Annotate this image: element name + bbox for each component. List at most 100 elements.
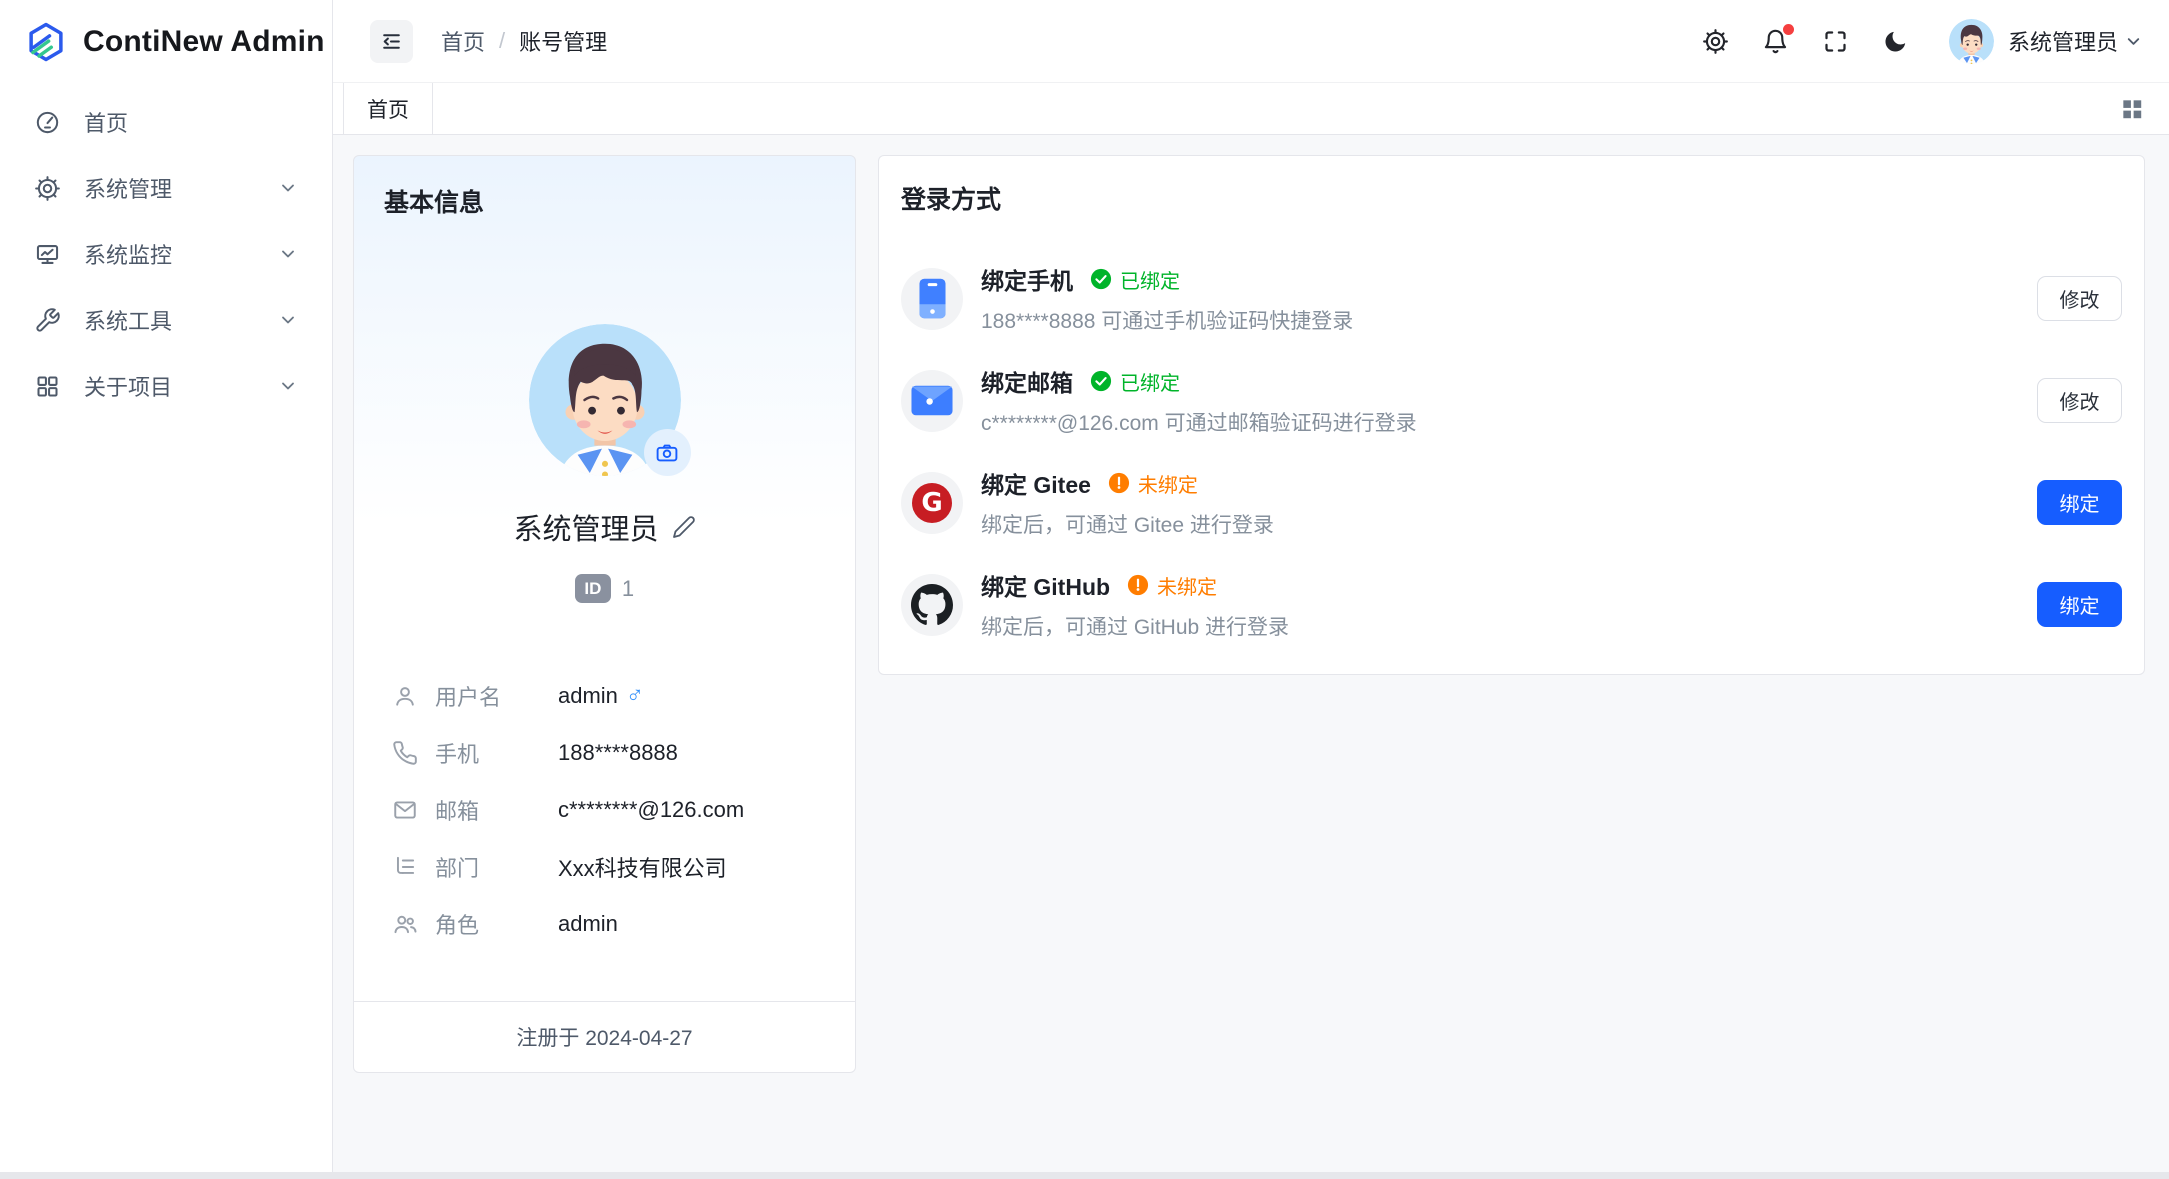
login-methods-list: 绑定手机 已绑定 188****8888 可通过手机验证码快捷登录 修改	[901, 258, 2122, 645]
status-badge: 已绑定	[1090, 367, 1180, 396]
sidebar-item-label: 系统管理	[84, 172, 172, 204]
chevron-down-icon	[278, 178, 298, 198]
content-area: 基本信息 系统管理员	[333, 135, 2169, 1172]
basic-info-title: 基本信息	[354, 156, 855, 219]
chevron-down-icon[interactable]	[2124, 32, 2143, 51]
field-phone: 手机 188****8888	[392, 724, 817, 781]
method-title: 绑定邮箱	[981, 364, 1073, 398]
profile-id-row: ID 1	[354, 574, 855, 603]
basic-info-card: 基本信息 系统管理员	[353, 155, 856, 1073]
male-gender-icon: ♂	[626, 682, 644, 710]
field-value: admin	[558, 911, 618, 937]
gitee-letter: G	[912, 483, 952, 523]
sidebar-nav: 首页 系统管理 系统监控 系统工具	[0, 83, 332, 425]
fullscreen-button[interactable]	[1822, 28, 1849, 55]
envelope-glyph	[911, 385, 953, 416]
field-value: 188****8888	[558, 740, 678, 766]
method-body: 绑定邮箱 已绑定 c********@126.com 可通过邮箱验证码进行登录	[981, 364, 1417, 437]
check-circle-icon	[1090, 268, 1112, 290]
sidebar-item-system-tools[interactable]: 系统工具	[14, 292, 318, 348]
field-label: 部门	[435, 851, 535, 883]
sidebar-item-home[interactable]: 首页	[14, 94, 318, 150]
method-body: 绑定 Gitee 未绑定 绑定后，可通过 Gitee 进行登录	[981, 466, 1274, 539]
profile-name: 系统管理员	[513, 506, 658, 548]
tab-actions-grid-icon[interactable]	[2119, 96, 2145, 122]
logo-row[interactable]: ContiNew Admin	[0, 0, 332, 83]
method-email: 绑定邮箱 已绑定 c********@126.com 可通过邮箱验证码进行登录 …	[901, 360, 2122, 441]
monitor-icon	[34, 241, 61, 268]
bind-github-button[interactable]: 绑定	[2037, 582, 2122, 627]
field-email: 邮箱 c********@126.com	[392, 781, 817, 838]
status-text: 未绑定	[1138, 469, 1198, 498]
topbar-actions: 系统管理员	[1669, 19, 2143, 64]
topbar: 首页 / 账号管理	[333, 0, 2169, 83]
change-avatar-button[interactable]	[644, 429, 691, 476]
gitee-logo-icon: G	[901, 472, 963, 534]
settings-button[interactable]	[1702, 28, 1729, 55]
sidebar-item-label: 系统监控	[84, 238, 172, 270]
field-label: 邮箱	[435, 794, 535, 826]
camera-icon	[655, 441, 679, 465]
window-bottom-edge	[0, 1172, 2169, 1179]
mail-icon	[392, 797, 418, 823]
gear-icon	[1702, 28, 1729, 55]
fullscreen-icon	[1822, 28, 1849, 55]
breadcrumb-home[interactable]: 首页	[441, 25, 485, 57]
modify-phone-button[interactable]: 修改	[2037, 276, 2122, 321]
method-body: 绑定 GitHub 未绑定 绑定后，可通过 GitHub 进行登录	[981, 568, 1289, 641]
user-avatar[interactable]	[1949, 19, 1994, 64]
moon-icon	[1882, 28, 1909, 55]
method-gitee: G 绑定 Gitee 未绑定 绑定后，可通过 Gitee 进行登录	[901, 462, 2122, 543]
chevron-down-icon	[278, 376, 298, 396]
profile-fields: 用户名 admin ♂ 手机 188****8888	[354, 667, 855, 952]
breadcrumb-separator: /	[499, 28, 505, 54]
sidebar-item-label: 关于项目	[84, 370, 172, 402]
modify-email-button[interactable]: 修改	[2037, 378, 2122, 423]
field-label: 角色	[435, 908, 535, 940]
dark-mode-toggle[interactable]	[1882, 28, 1909, 55]
sidebar-item-label: 系统工具	[84, 304, 172, 336]
edit-name-icon[interactable]	[672, 515, 696, 539]
sidebar-item-system-monitor[interactable]: 系统监控	[14, 226, 318, 282]
method-title: 绑定 Gitee	[981, 466, 1091, 500]
status-badge: 已绑定	[1090, 265, 1180, 294]
exclamation-circle-icon	[1127, 574, 1149, 596]
breadcrumb: 首页 / 账号管理	[441, 25, 607, 57]
registered-date: 注册于 2024-04-27	[354, 1001, 855, 1072]
sidebar-item-about[interactable]: 关于项目	[14, 358, 318, 414]
user-icon	[392, 683, 418, 709]
sidebar: ContiNew Admin 首页 系统管理 系	[0, 0, 333, 1172]
tree-list-icon	[392, 854, 418, 880]
github-logo-icon	[901, 574, 963, 636]
avatar-image	[1949, 19, 1994, 64]
users-icon	[392, 911, 418, 937]
method-desc: c********@126.com 可通过邮箱验证码进行登录	[981, 407, 1417, 437]
breadcrumb-current: 账号管理	[519, 25, 607, 57]
field-value: Xxx科技有限公司	[558, 851, 727, 883]
status-text: 已绑定	[1120, 265, 1180, 294]
method-desc: 绑定后，可通过 Gitee 进行登录	[981, 509, 1274, 539]
login-methods-title: 登录方式	[901, 180, 2122, 216]
profile-name-row: 系统管理员	[354, 506, 855, 548]
user-name[interactable]: 系统管理员	[2008, 25, 2118, 57]
mail-envelope-icon	[901, 370, 963, 432]
status-text: 已绑定	[1120, 367, 1180, 396]
id-badge: ID	[575, 574, 611, 603]
field-username: 用户名 admin ♂	[392, 667, 817, 724]
field-label: 用户名	[435, 680, 535, 712]
tab-home[interactable]: 首页	[343, 83, 433, 134]
phone-device-icon	[901, 268, 963, 330]
method-phone: 绑定手机 已绑定 188****8888 可通过手机验证码快捷登录 修改	[901, 258, 2122, 339]
grid-icon	[34, 373, 61, 400]
field-department: 部门 Xxx科技有限公司	[392, 838, 817, 895]
id-value: 1	[622, 576, 634, 602]
bind-gitee-button[interactable]: 绑定	[2037, 480, 2122, 525]
sidebar-collapse-button[interactable]	[370, 20, 413, 63]
method-title: 绑定手机	[981, 262, 1073, 296]
profile-avatar-wrap	[529, 324, 681, 476]
check-circle-icon	[1090, 370, 1112, 392]
notifications-button[interactable]	[1762, 28, 1789, 55]
chevron-down-icon	[278, 244, 298, 264]
tabbar: 首页	[333, 83, 2169, 135]
sidebar-item-system-management[interactable]: 系统管理	[14, 160, 318, 216]
